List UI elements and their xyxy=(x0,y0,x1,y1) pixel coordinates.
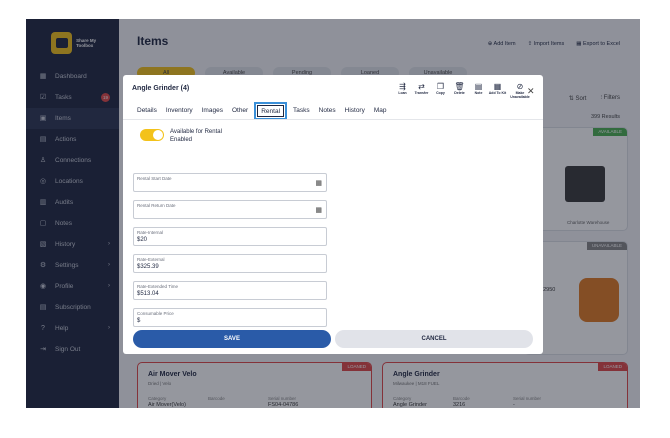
transfer-icon: ⇄ xyxy=(418,82,425,91)
add-to-kit-button[interactable]: ▦ Add To Kit xyxy=(488,82,507,99)
field-value: $513.04 xyxy=(137,291,159,297)
copy-icon: ❐ xyxy=(436,82,445,91)
modal-title: Angle Grinder (4) xyxy=(132,85,190,92)
note-icon: ▤ xyxy=(474,82,483,91)
field-label: Rental Start Date xyxy=(137,176,172,181)
consumable-price-field[interactable]: Consumable Price $ xyxy=(133,308,327,327)
transfer-label: Transfer xyxy=(414,91,429,95)
loan-icon: ⇶ xyxy=(399,82,406,91)
loan-button[interactable]: ⇶ Loan xyxy=(393,82,412,99)
copy-label: Copy xyxy=(436,91,445,95)
tab-history[interactable]: History xyxy=(345,105,365,117)
transfer-button[interactable]: ⇄ Transfer xyxy=(412,82,431,99)
field-label: Rate-Extended Time xyxy=(137,284,179,289)
close-icon[interactable]: ✕ xyxy=(527,86,535,97)
modal-action-bar: ⇶ Loan ⇄ Transfer ❐ Copy 🗑 Delete ▤ Note ▦ Add… xyxy=(393,82,533,99)
tab-map[interactable]: Map xyxy=(374,105,387,117)
field-value: $325.39 xyxy=(137,264,159,270)
toggle-status: Enabled xyxy=(170,137,193,143)
app-window: Share My Toolbox ▦ Dashboard ☑ Tasks 19 ▣ It… xyxy=(26,19,640,408)
tab-rental[interactable]: Rental xyxy=(254,102,287,120)
kit-icon: ▦ xyxy=(493,82,502,91)
rental-return-date-field[interactable]: Rental Return Date ▦ xyxy=(133,200,327,219)
tab-images[interactable]: Images xyxy=(202,105,223,117)
field-label: Rate-External xyxy=(137,257,165,262)
field-label: Rate-Internal xyxy=(137,230,164,235)
field-value: $ xyxy=(137,318,141,324)
copy-button[interactable]: ❐ Copy xyxy=(431,82,450,99)
loan-label: Loan xyxy=(398,91,407,95)
save-button[interactable]: SAVE xyxy=(133,330,331,348)
delete-button[interactable]: 🗑 Delete xyxy=(450,82,469,99)
field-label: Consumable Price xyxy=(137,311,174,316)
toggle-knob xyxy=(153,130,163,140)
item-modal: Angle Grinder (4) ⇶ Loan ⇄ Transfer ❐ Copy … xyxy=(123,75,543,354)
rental-toggle-label: Available for Rental Enabled xyxy=(170,128,222,144)
calendar-icon[interactable]: ▦ xyxy=(315,206,322,214)
trash-icon: 🗑 xyxy=(454,82,465,91)
tab-tasks[interactable]: Tasks xyxy=(293,105,310,117)
note-label: Note xyxy=(474,91,483,95)
rental-toggle[interactable] xyxy=(140,129,164,141)
add-to-kit-label: Add To Kit xyxy=(488,91,507,95)
field-label: Rental Return Date xyxy=(137,203,176,208)
modal-tabs: Details Inventory Images Other Rental Ta… xyxy=(137,102,396,120)
note-button[interactable]: ▤ Note xyxy=(469,82,488,99)
delete-label: Delete xyxy=(454,91,465,95)
rate-internal-field[interactable]: Rate-Internal $20 xyxy=(133,227,327,246)
rental-start-date-field[interactable]: Rental Start Date ▦ xyxy=(133,173,327,192)
rate-extended-time-field[interactable]: Rate-Extended Time $513.04 xyxy=(133,281,327,300)
cancel-button[interactable]: CANCEL xyxy=(335,330,533,348)
field-value: $20 xyxy=(137,237,148,243)
tab-inventory[interactable]: Inventory xyxy=(166,105,193,117)
tabs-divider xyxy=(123,119,543,120)
rate-external-field[interactable]: Rate-External $325.39 xyxy=(133,254,327,273)
calendar-icon[interactable]: ▦ xyxy=(315,179,322,187)
tab-notes[interactable]: Notes xyxy=(319,105,336,117)
tab-details[interactable]: Details xyxy=(137,105,157,117)
tab-other[interactable]: Other xyxy=(232,105,248,117)
toggle-title: Available for Rental xyxy=(170,129,222,135)
